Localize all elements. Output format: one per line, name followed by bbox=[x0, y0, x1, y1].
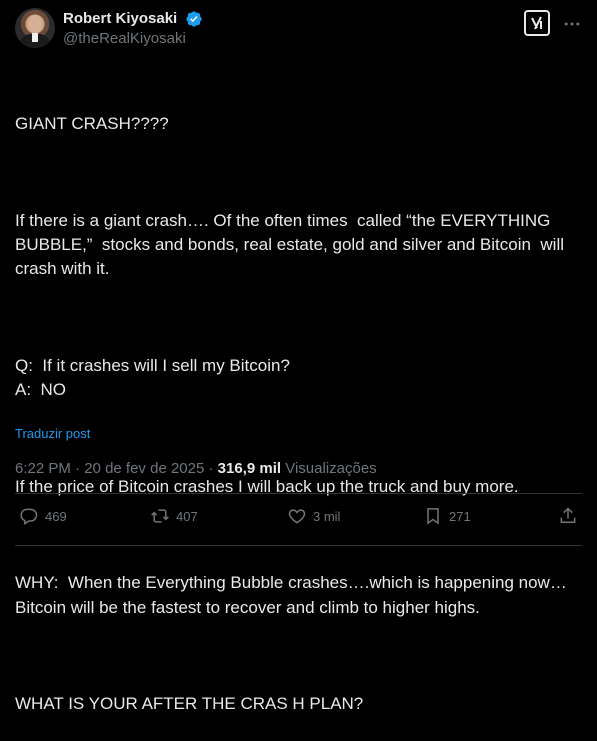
author-handle[interactable]: @theRealKiyosaki bbox=[63, 29, 203, 49]
reply-count: 469 bbox=[45, 508, 67, 524]
tweet-time[interactable]: 6:22 PM bbox=[15, 460, 71, 477]
author-block[interactable]: Robert Kiyosaki @theRealKiyosaki bbox=[63, 9, 203, 49]
avatar[interactable] bbox=[15, 8, 55, 48]
grok-icon[interactable] bbox=[524, 10, 550, 36]
like-button[interactable]: 3 mil bbox=[287, 506, 340, 526]
divider-bottom bbox=[15, 545, 582, 546]
retweet-icon bbox=[151, 509, 169, 523]
action-bar: 469 407 3 mil 271 bbox=[15, 506, 582, 532]
tweet-paragraph: WHAT IS YOUR AFTER THE CRAS H PLAN? bbox=[15, 694, 364, 714]
like-count: 3 mil bbox=[313, 508, 341, 524]
verified-badge-icon bbox=[185, 11, 202, 27]
tweet-header: Robert Kiyosaki @theRealKiyosaki bbox=[15, 8, 582, 50]
share-icon bbox=[560, 507, 576, 523]
tweet-date[interactable]: 20 de fev de 2025 bbox=[84, 460, 204, 477]
tweet-paragraph: If there is a giant crash…. Of the often… bbox=[15, 211, 569, 279]
avatar-face bbox=[28, 15, 42, 33]
retweet-button[interactable]: 407 bbox=[150, 506, 198, 526]
translate-link[interactable]: Traduzir post bbox=[15, 426, 90, 441]
bookmark-count: 271 bbox=[449, 508, 471, 524]
reply-button[interactable]: 469 bbox=[19, 506, 67, 526]
divider-top bbox=[15, 493, 582, 494]
meta-separator: · bbox=[75, 460, 81, 477]
bookmark-button[interactable]: 271 bbox=[423, 506, 471, 526]
author-name[interactable]: Robert Kiyosaki bbox=[63, 9, 177, 29]
meta-separator: · bbox=[208, 460, 214, 477]
retweet-count: 407 bbox=[176, 508, 198, 524]
more-icon[interactable] bbox=[562, 14, 582, 34]
like-icon bbox=[288, 509, 306, 524]
tweet-text: GIANT CRASH???? If there is a giant cras… bbox=[15, 64, 575, 741]
views-label: Visualizações bbox=[285, 460, 377, 477]
reply-icon bbox=[20, 508, 38, 525]
bookmark-icon bbox=[427, 508, 439, 525]
grok-glyph-icon bbox=[531, 16, 542, 30]
share-button[interactable] bbox=[558, 506, 578, 526]
tweet-meta: 6:22 PM · 20 de fev de 2025 · 316,9 mil … bbox=[15, 459, 377, 479]
views-count[interactable]: 316,9 mil bbox=[218, 460, 281, 477]
tweet-paragraph: Q: If it crashes will I sell my Bitcoin?… bbox=[15, 356, 290, 400]
tweet-paragraph: WHY: When the Everything Bubble crashes…… bbox=[15, 573, 567, 617]
avatar-collar bbox=[32, 33, 38, 42]
tweet-paragraph: GIANT CRASH???? bbox=[15, 114, 169, 134]
